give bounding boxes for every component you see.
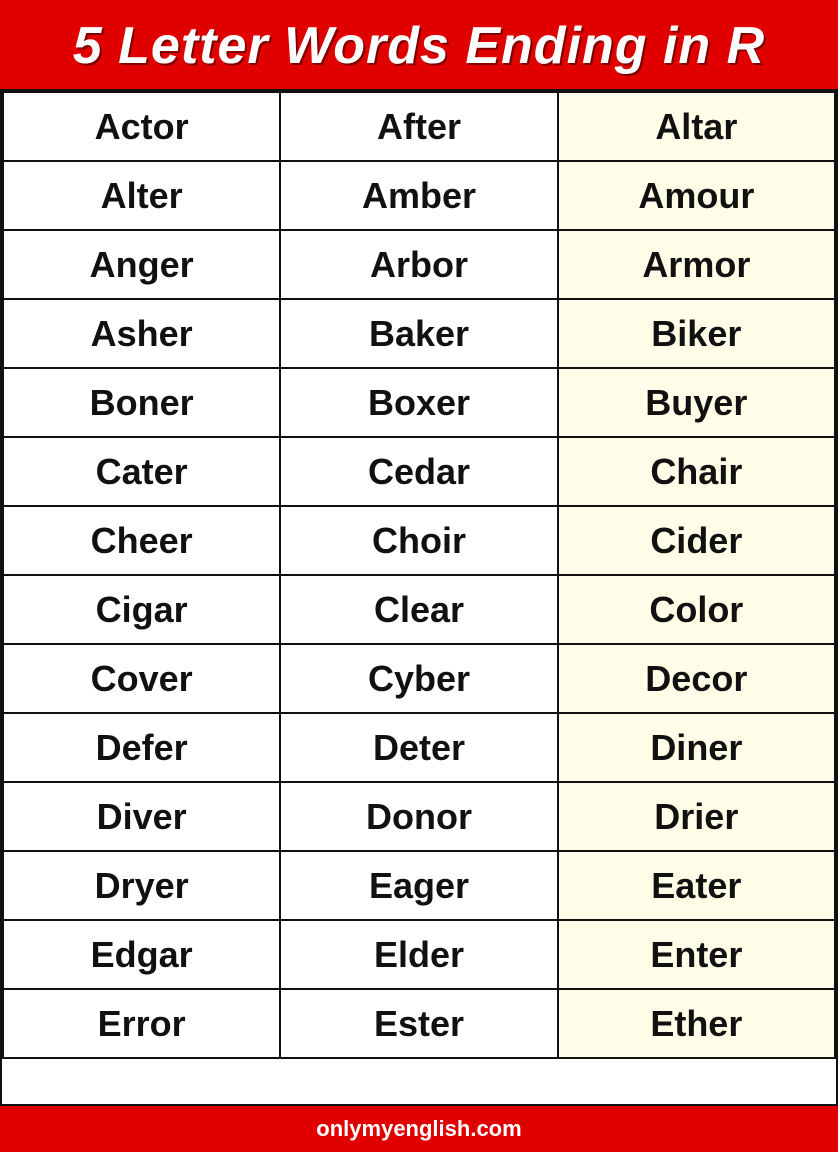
word-cell: Actor xyxy=(3,92,280,161)
table-row: CheerChoirCider xyxy=(3,506,835,575)
word-cell: Choir xyxy=(280,506,557,575)
table-row: CaterCedarChair xyxy=(3,437,835,506)
table-row: AsherBakerBiker xyxy=(3,299,835,368)
table-row: EdgarElderEnter xyxy=(3,920,835,989)
page-title: 5 Letter Words Ending in R xyxy=(20,18,818,75)
table-row: DiverDonorDrier xyxy=(3,782,835,851)
word-cell: Cater xyxy=(3,437,280,506)
table-row: AngerArborArmor xyxy=(3,230,835,299)
word-cell: Cyber xyxy=(280,644,557,713)
word-cell: Altar xyxy=(558,92,835,161)
word-cell: Ester xyxy=(280,989,557,1058)
table-row: DryerEagerEater xyxy=(3,851,835,920)
word-cell: Diner xyxy=(558,713,835,782)
table-row: BonerBoxerBuyer xyxy=(3,368,835,437)
word-cell: Cigar xyxy=(3,575,280,644)
word-cell: Cheer xyxy=(3,506,280,575)
word-cell: Deter xyxy=(280,713,557,782)
word-cell: Error xyxy=(3,989,280,1058)
word-cell: Boner xyxy=(3,368,280,437)
word-cell: Enter xyxy=(558,920,835,989)
word-cell: Donor xyxy=(280,782,557,851)
word-cell: Cedar xyxy=(280,437,557,506)
table-row: DeferDeterDiner xyxy=(3,713,835,782)
word-cell: Boxer xyxy=(280,368,557,437)
words-table: ActorAfterAltarAlterAmberAmourAngerArbor… xyxy=(2,91,836,1059)
word-cell: Edgar xyxy=(3,920,280,989)
word-cell: Alter xyxy=(3,161,280,230)
word-cell: Cider xyxy=(558,506,835,575)
word-cell: Buyer xyxy=(558,368,835,437)
word-cell: After xyxy=(280,92,557,161)
word-cell: Armor xyxy=(558,230,835,299)
word-cell: Decor xyxy=(558,644,835,713)
word-cell: Dryer xyxy=(3,851,280,920)
table-row: CoverCyberDecor xyxy=(3,644,835,713)
word-cell: Defer xyxy=(3,713,280,782)
table-row: ActorAfterAltar xyxy=(3,92,835,161)
page-footer: onlymyenglish.com xyxy=(0,1106,838,1152)
word-cell: Anger xyxy=(3,230,280,299)
word-cell: Baker xyxy=(280,299,557,368)
word-cell: Eater xyxy=(558,851,835,920)
table-row: CigarClearColor xyxy=(3,575,835,644)
word-cell: Color xyxy=(558,575,835,644)
word-cell: Elder xyxy=(280,920,557,989)
word-cell: Eager xyxy=(280,851,557,920)
word-cell: Ether xyxy=(558,989,835,1058)
website-label: onlymyenglish.com xyxy=(316,1116,521,1141)
word-cell: Asher xyxy=(3,299,280,368)
word-cell: Drier xyxy=(558,782,835,851)
word-cell: Clear xyxy=(280,575,557,644)
words-table-container: ActorAfterAltarAlterAmberAmourAngerArbor… xyxy=(0,89,838,1106)
page-header: 5 Letter Words Ending in R xyxy=(0,0,838,89)
table-row: AlterAmberAmour xyxy=(3,161,835,230)
word-cell: Cover xyxy=(3,644,280,713)
word-cell: Biker xyxy=(558,299,835,368)
word-cell: Chair xyxy=(558,437,835,506)
word-cell: Amour xyxy=(558,161,835,230)
word-cell: Arbor xyxy=(280,230,557,299)
word-cell: Amber xyxy=(280,161,557,230)
word-cell: Diver xyxy=(3,782,280,851)
table-row: ErrorEsterEther xyxy=(3,989,835,1058)
